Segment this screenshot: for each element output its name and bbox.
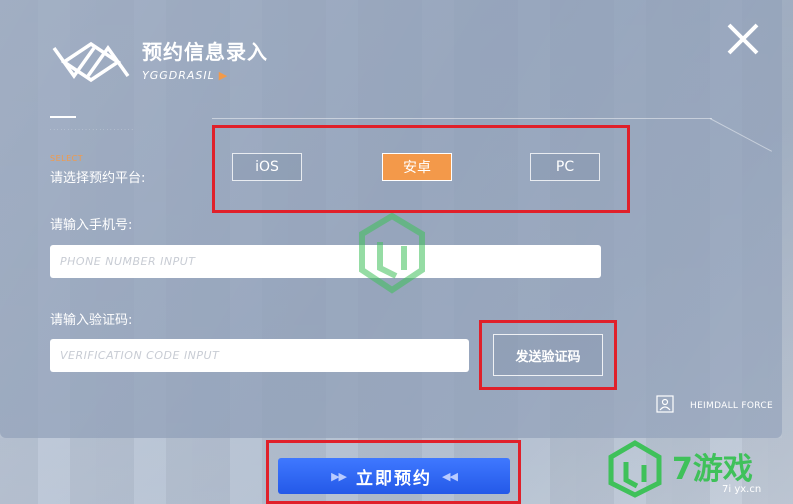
site-brand-name: 7游戏 [672, 452, 753, 487]
send-code-button[interactable]: 发送验证码 [493, 334, 603, 376]
close-icon[interactable] [724, 20, 762, 58]
heimdall-badge-icon [656, 395, 674, 413]
platform-option-pc[interactable]: PC [530, 153, 600, 181]
platform-option-android[interactable]: 安卓 [382, 153, 452, 181]
page-title: 预约信息录入 [142, 40, 268, 64]
platform-option-ios[interactable]: iOS [232, 153, 302, 181]
brand-subtitle: YGGDRASIL ▶ [142, 69, 228, 82]
phone-number-input[interactable] [50, 245, 601, 278]
submit-label: 立即预约 [356, 468, 432, 489]
submit-left-chevrons: ▶▶ [331, 469, 347, 483]
yggdrasil-logo-icon [52, 41, 130, 83]
phone-label: 请输入手机号: [50, 218, 133, 233]
submit-reservation-button[interactable]: ▶▶ 立即预约 ◀◀ [278, 458, 510, 494]
decorative-dash [50, 116, 76, 118]
decorative-divider [212, 118, 712, 119]
play-arrow-icon: ▶ [218, 69, 229, 82]
site-brand-url: 7i yx.cn [722, 484, 762, 495]
site-brand-logo-icon [608, 440, 662, 498]
verification-label: 请输入验证码: [50, 313, 133, 328]
platform-label: 请选择预约平台: [50, 171, 146, 186]
decorative-fine-print: · · · · · · · · · · · · · · · · · · · · … [50, 127, 134, 132]
verification-code-input[interactable] [50, 339, 469, 372]
watermark-logo-icon [359, 212, 425, 294]
submit-right-chevrons: ◀◀ [442, 469, 458, 483]
footer-brand: HEIMDALL FORCE [690, 401, 773, 411]
select-tag: SELECT [50, 154, 84, 163]
brand-subtitle-text: YGGDRASIL [142, 69, 215, 82]
decorative-divider-angle [709, 118, 773, 152]
